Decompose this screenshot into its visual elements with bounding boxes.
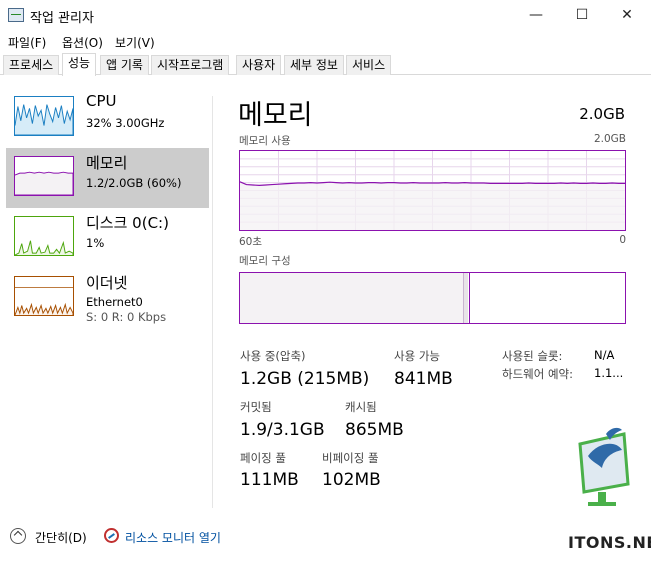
memory-thumbnail-line xyxy=(15,171,73,195)
memory-thumbnail-graph xyxy=(14,156,74,196)
sidebar-ethernet-name: 이더넷 xyxy=(86,274,128,292)
stat-committed-value: 1.9/3.1GB xyxy=(240,420,325,440)
memory-total: 2.0GB xyxy=(579,105,625,123)
composition-label: 메모리 구성 xyxy=(239,255,291,267)
menu-options[interactable]: 옵션(O) xyxy=(62,34,103,51)
sidebar-item-cpu[interactable]: CPU 32% 3.00GHz xyxy=(6,88,209,148)
tab-details[interactable]: 세부 정보 xyxy=(284,55,344,75)
title-bar: 작업 관리자 — ☐ ✕ xyxy=(0,0,651,31)
graph-time-right: 0 xyxy=(619,234,626,246)
watermark-logo xyxy=(558,424,640,514)
tab-strip: 프로세스 성능 앱 기록 시작프로그램 사용자 세부 정보 서비스 xyxy=(0,53,651,76)
tab-users[interactable]: 사용자 xyxy=(236,55,282,75)
graph-label: 메모리 사용 xyxy=(239,135,291,147)
close-button[interactable]: ✕ xyxy=(604,0,650,31)
disk-thumbnail-line xyxy=(15,240,73,255)
memory-usage-chart xyxy=(240,151,625,230)
resource-monitor-link[interactable]: 리소스 모니터 열기 xyxy=(125,529,221,546)
resource-monitor-icon xyxy=(104,528,119,543)
stat-slots-label: 사용된 슬롯: xyxy=(502,349,563,363)
memory-composition-bar xyxy=(239,272,626,324)
disk-thumbnail-graph xyxy=(14,216,74,256)
sidebar-divider xyxy=(212,96,213,508)
stat-cached-label: 캐시됨 xyxy=(345,400,377,414)
minimize-button[interactable]: — xyxy=(513,0,559,31)
tab-startup[interactable]: 시작프로그램 xyxy=(151,55,230,75)
tab-processes[interactable]: 프로세스 xyxy=(3,55,60,75)
stat-cached-value: 865MB xyxy=(345,420,404,440)
graph-max-label: 2.0GB xyxy=(593,133,626,145)
menu-view[interactable]: 보기(V) xyxy=(115,34,155,51)
sidebar-item-ethernet[interactable]: 이더넷 Ethernet0 S: 0 R: 0 Kbps xyxy=(6,268,209,328)
stat-hw-reserved-label: 하드웨어 예약: xyxy=(502,367,574,381)
ethernet-thumbnail-line xyxy=(15,302,73,315)
sidebar-memory-name: 메모리 xyxy=(86,154,128,172)
ethernet-thumbnail-graph xyxy=(14,276,74,316)
resource-sidebar: CPU 32% 3.00GHz 메모리 1.2/2.0GB (60%) 디스크 … xyxy=(0,76,214,508)
footer-bar: 간단히(D) 리소스 모니터 열기 xyxy=(0,518,651,562)
sidebar-memory-usage: 1.2/2.0GB (60%) xyxy=(86,176,182,190)
stat-available-value: 841MB xyxy=(394,369,453,389)
sidebar-item-disk[interactable]: 디스크 0(C:) 1% xyxy=(6,208,209,268)
sidebar-disk-usage: 1% xyxy=(86,236,105,250)
stat-paged-pool-value: 111MB xyxy=(240,470,299,490)
graph-time-left: 60초 xyxy=(239,236,263,248)
stat-in-use-label: 사용 중(압축) xyxy=(240,349,306,363)
stat-nonpaged-pool-label: 비페이징 풀 xyxy=(322,451,379,465)
stat-slots-value: N/A xyxy=(594,348,615,362)
tab-services[interactable]: 서비스 xyxy=(346,55,392,75)
task-manager-icon xyxy=(8,8,24,22)
memory-usage-graph xyxy=(239,150,626,231)
tab-performance[interactable]: 성능 xyxy=(62,53,97,76)
maximize-button[interactable]: ☐ xyxy=(559,0,605,31)
cpu-thumbnail-line xyxy=(15,104,73,135)
window-title: 작업 관리자 xyxy=(30,11,94,26)
composition-standby-edge xyxy=(469,273,470,323)
memory-usage-area xyxy=(240,181,625,230)
chevron-up-icon[interactable] xyxy=(10,528,26,544)
stat-committed-label: 커밋됨 xyxy=(240,400,272,414)
sidebar-ethernet-throughput: S: 0 R: 0 Kbps xyxy=(86,310,167,324)
stat-hw-reserved-value: 1.1... xyxy=(594,366,624,380)
stat-available-label: 사용 가능 xyxy=(394,349,440,363)
composition-in-use xyxy=(240,273,463,323)
sidebar-ethernet-adapter: Ethernet0 xyxy=(86,295,143,309)
sidebar-disk-name: 디스크 0(C:) xyxy=(86,214,169,232)
sidebar-cpu-name: CPU xyxy=(86,92,117,110)
sidebar-item-memory[interactable]: 메모리 1.2/2.0GB (60%) xyxy=(6,148,209,208)
collapse-link[interactable]: 간단히(D) xyxy=(35,529,87,546)
menu-bar: 파일(F) 옵션(O) 보기(V) xyxy=(0,31,651,53)
stat-paged-pool-label: 페이징 풀 xyxy=(240,451,286,465)
composition-modified xyxy=(463,273,468,323)
menu-file[interactable]: 파일(F) xyxy=(8,34,46,51)
cpu-thumbnail-graph xyxy=(14,96,74,136)
sidebar-cpu-usage: 32% 3.00GHz xyxy=(86,116,165,130)
stat-nonpaged-pool-value: 102MB xyxy=(322,470,381,490)
stat-in-use-value: 1.2GB (215MB) xyxy=(240,369,370,389)
page-title: 메모리 xyxy=(238,100,313,131)
tab-app-history[interactable]: 앱 기록 xyxy=(100,55,149,75)
